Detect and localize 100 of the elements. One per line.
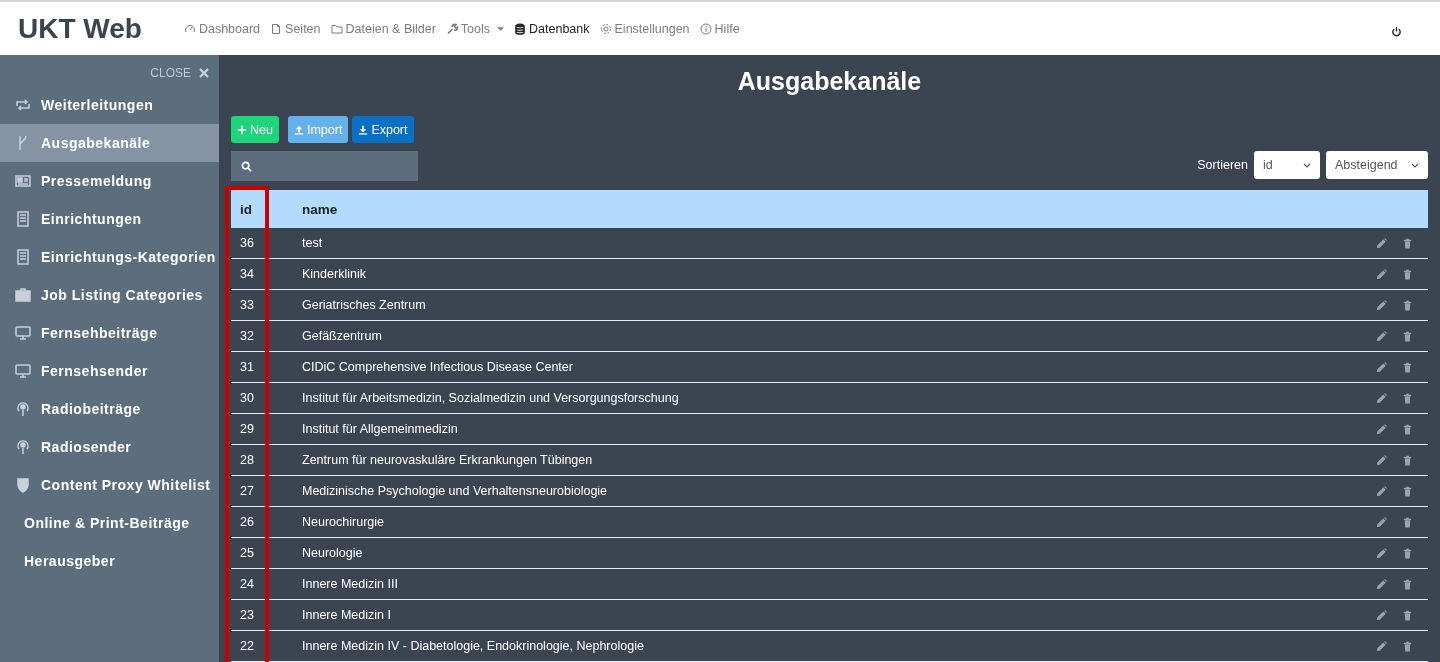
- nav-link[interactable]: Dashboard: [183, 21, 261, 36]
- trash-icon[interactable]: [1402, 547, 1413, 559]
- trash-icon[interactable]: [1402, 361, 1413, 373]
- sidebar-item[interactable]: Fernsehsender: [0, 352, 219, 390]
- power-icon[interactable]: [1391, 26, 1402, 37]
- table-cell-text: 28: [239, 453, 255, 467]
- repeat-icon: [15, 97, 31, 113]
- sidebar-item[interactable]: Herausgeber: [0, 542, 219, 580]
- table-cell-text: Neurochirurgie: [302, 515, 385, 529]
- table-cell-text: 32: [239, 329, 255, 343]
- pencil-icon[interactable]: [1376, 454, 1387, 466]
- chevron-icon: [1303, 162, 1311, 168]
- trash-icon[interactable]: [1402, 609, 1413, 621]
- nav-link[interactable]: Tools: [445, 21, 505, 36]
- sidebar-item[interactable]: Radiobeiträge: [0, 390, 219, 428]
- table-cell-text: Institut für Allgemeinmedizin: [302, 422, 459, 436]
- table-cell-text: Innere Medizin I: [302, 608, 392, 622]
- shield-icon: [15, 477, 31, 493]
- trash-icon[interactable]: [1402, 485, 1413, 497]
- sidebar-item[interactable]: Job Listing Categories: [0, 276, 219, 314]
- page-title: Ausgabekanäle: [736, 67, 923, 96]
- pencil-icon[interactable]: [1376, 237, 1387, 249]
- trash-icon[interactable]: [1402, 268, 1413, 280]
- news-icon: [15, 173, 31, 189]
- sidebar-item[interactable]: Weiterleitungen: [0, 86, 219, 124]
- column-header[interactable]: name: [302, 201, 1428, 217]
- building-icon: [15, 249, 31, 265]
- pencil-icon[interactable]: [1376, 268, 1387, 280]
- nav-link[interactable]: Dateien & Bilder: [330, 21, 436, 36]
- pencil-icon[interactable]: [1376, 516, 1387, 528]
- pencil-icon[interactable]: [1376, 330, 1387, 342]
- download-icon: [358, 124, 369, 135]
- pencil-icon[interactable]: [1376, 547, 1387, 559]
- table-cell-text: 25: [239, 546, 255, 560]
- sidebar-item[interactable]: Online & Print-Beiträge: [0, 504, 219, 542]
- sort-order-select[interactable]: Absteigend: [1326, 151, 1428, 179]
- trash-icon[interactable]: [1402, 299, 1413, 311]
- sidebar-item[interactable]: Radiosender: [0, 428, 219, 466]
- table-cell-text: 34: [239, 267, 255, 281]
- column-header[interactable]: id: [231, 201, 302, 217]
- building-icon: [15, 211, 31, 227]
- trash-icon[interactable]: [1402, 237, 1413, 249]
- gauge-icon: [183, 22, 196, 35]
- table-cell-text: 30: [239, 391, 255, 405]
- table-cell-text: Innere Medizin III: [302, 577, 399, 591]
- briefcase-icon: [15, 287, 31, 303]
- pencil-icon[interactable]: [1376, 578, 1387, 590]
- wrench-icon: [445, 22, 458, 35]
- nav-link[interactable]: Einstellungen: [599, 21, 690, 36]
- podcast-icon: [15, 439, 31, 455]
- table-cell-text: 36: [239, 236, 255, 250]
- podcast-icon: [15, 401, 31, 417]
- export-button[interactable]: Export: [352, 116, 414, 143]
- trash-icon[interactable]: [1402, 423, 1413, 435]
- nav-link[interactable]: Datenbank: [514, 21, 590, 36]
- trash-icon[interactable]: [1402, 640, 1413, 652]
- table-cell-text: Kinderklinik: [302, 267, 367, 281]
- sidebar-item[interactable]: Einrichtungen: [0, 200, 219, 238]
- table-cell-text: Neurologie: [302, 546, 364, 560]
- close-icon[interactable]: [199, 68, 209, 78]
- sidebar-item[interactable]: Pressemeldung: [0, 162, 219, 200]
- table-cell-text: 23: [239, 608, 255, 622]
- sidebar-item[interactable]: Einrichtungs-Kategorien: [0, 238, 219, 276]
- table-cell-text: Medizinische Psychologie und Verhaltensneurobiologie: [302, 484, 609, 498]
- close-link[interactable]: CLOSE: [150, 66, 191, 80]
- app-logo[interactable]: UKT Web: [18, 12, 142, 45]
- nav-link[interactable]: Hilfe: [699, 21, 740, 36]
- table-cell-text: 33: [239, 298, 255, 312]
- sidebar-item[interactable]: Content Proxy Whitelist: [0, 466, 219, 504]
- pencil-icon[interactable]: [1376, 299, 1387, 311]
- table-cell-text: Institut für Arbeitsmedizin, Sozialmedizin und Versorgungsforschung: [302, 391, 680, 405]
- pencil-icon[interactable]: [1376, 640, 1387, 652]
- pencil-icon[interactable]: [1376, 392, 1387, 404]
- pencil-icon[interactable]: [1376, 423, 1387, 435]
- table-cell-text: 27: [239, 484, 255, 498]
- upload-icon: [293, 124, 304, 135]
- table-cell-text: test: [302, 236, 324, 250]
- table-cell-text: 26: [239, 515, 255, 529]
- table-cell-text: 24: [239, 577, 255, 591]
- trash-icon[interactable]: [1402, 392, 1413, 404]
- trash-icon[interactable]: [1402, 454, 1413, 466]
- pencil-icon[interactable]: [1376, 485, 1387, 497]
- trash-icon[interactable]: [1402, 516, 1413, 528]
- folder-icon: [330, 22, 343, 35]
- table-cell-text: Innere Medizin IV - Diabetologie, Endokrinologie, Nephrologie: [302, 639, 645, 653]
- sort-label: Sortieren: [1197, 158, 1248, 172]
- pencil-icon[interactable]: [1376, 361, 1387, 373]
- info-icon: [699, 22, 712, 35]
- table-cell-text: Geriatrisches Zentrum: [302, 298, 427, 312]
- nav-link[interactable]: Seiten: [270, 21, 321, 36]
- sidebar-item[interactable]: Ausgabekanäle: [0, 124, 219, 162]
- table-cell-text: 29: [239, 422, 255, 436]
- trash-icon[interactable]: [1402, 578, 1413, 590]
- sidebar-item[interactable]: Fernsehbeiträge: [0, 314, 219, 352]
- trash-icon[interactable]: [1402, 330, 1413, 342]
- file-icon: [270, 22, 283, 35]
- sort-field-select[interactable]: id: [1254, 151, 1320, 179]
- search-field[interactable]: [231, 151, 418, 181]
- monitor-icon: [15, 325, 31, 341]
- pencil-icon[interactable]: [1376, 609, 1387, 621]
